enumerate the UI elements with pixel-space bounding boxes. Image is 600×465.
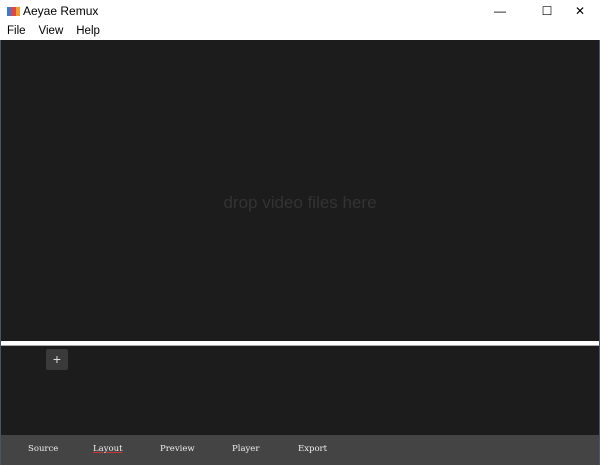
menu-view[interactable]: View [39,22,64,40]
window-title: Aeyae Remux [23,4,99,18]
minimize-button[interactable]: — [477,0,523,22]
add-button[interactable]: + [46,349,68,370]
tab-source[interactable]: Source [28,444,58,454]
app-icon [7,7,20,16]
tab-export[interactable]: Export [298,444,327,454]
tab-player[interactable]: Player [232,444,259,454]
title-bar: Aeyae Remux — ☐ ✕ [0,0,600,22]
close-button[interactable]: ✕ [557,0,600,22]
menu-help[interactable]: Help [76,22,100,40]
tab-preview[interactable]: Preview [160,444,195,454]
menu-file[interactable]: File [7,22,26,40]
timeline-panel: + [1,346,599,435]
menu-bar: File View Help [0,22,600,40]
tab-layout[interactable]: Layout [93,444,123,454]
drop-hint: drop video files here [223,193,377,212]
bottom-tab-bar: Source Layout Preview Player Export [1,435,599,465]
video-drop-area[interactable]: drop video files here [1,40,599,341]
